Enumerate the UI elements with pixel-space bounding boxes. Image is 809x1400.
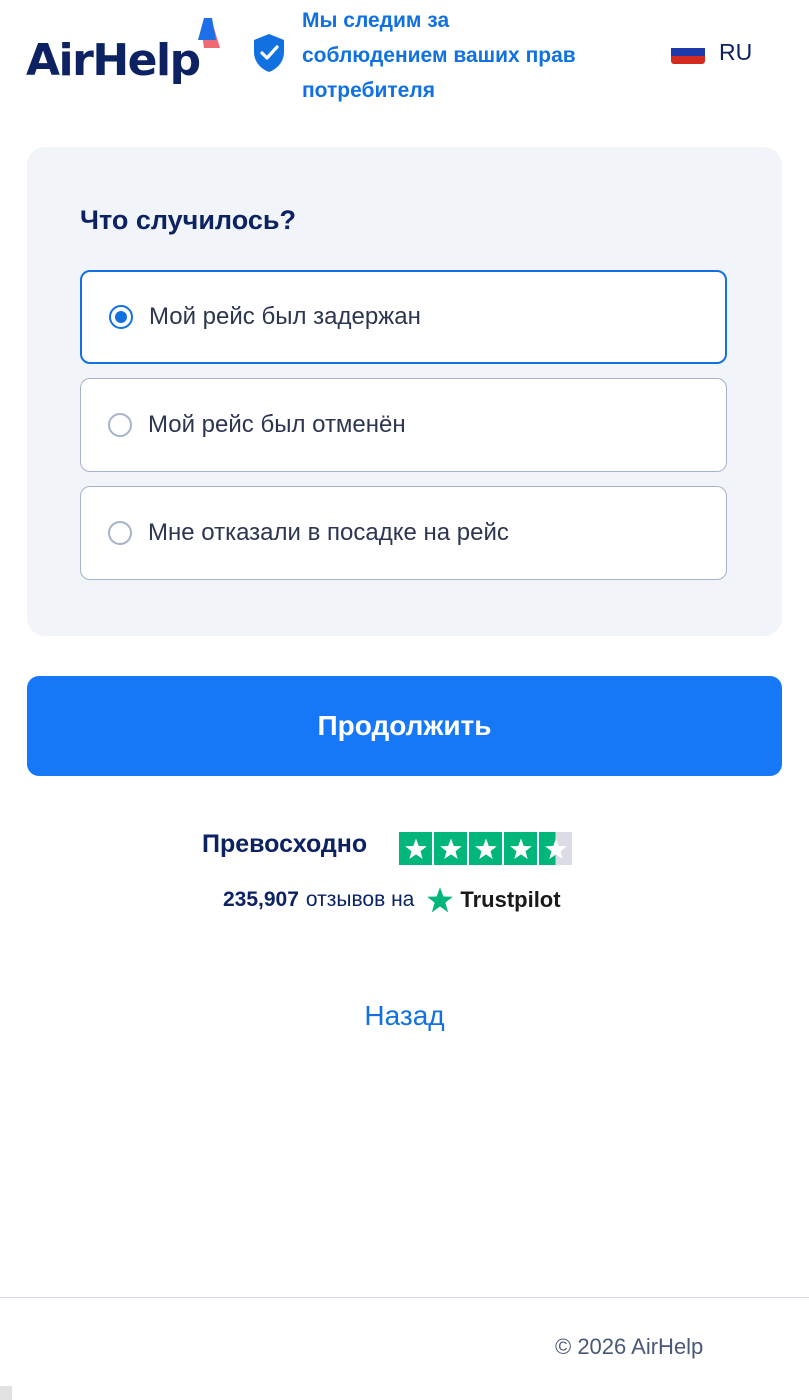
corner-artifact — [0, 1386, 12, 1400]
radio-unselected-icon[interactable] — [108, 521, 132, 545]
option-label: Мой рейс был отменён — [148, 411, 406, 438]
reviews-suffix: отзывов на — [305, 888, 415, 911]
star-icon — [469, 832, 502, 865]
back-link[interactable]: Назад — [0, 1000, 809, 1032]
star-icon — [504, 832, 537, 865]
tagline-line: потребителя — [302, 79, 435, 102]
consumer-rights-tagline: Мы следим за соблюдением ваших прав потр… — [302, 3, 622, 108]
logo-triangles-icon — [198, 18, 220, 48]
shield-check-icon — [254, 34, 284, 72]
language-code: RU — [719, 38, 753, 65]
reviews-summary[interactable]: 235,907 отзывов на Trustpilot — [223, 884, 561, 916]
header: AirHelp Мы следим за соблюдением ваших п… — [0, 0, 809, 110]
copyright-text: © 2026 AirHelp — [555, 1334, 704, 1359]
option-denied-boarding[interactable]: Мне отказали в посадке на рейс — [80, 486, 727, 580]
reviews-count: 235,907 — [223, 888, 299, 911]
option-label: Мне отказали в посадке на рейс — [148, 519, 509, 546]
option-flight-delayed[interactable]: Мой рейс был задержан — [80, 270, 727, 364]
option-label: Мой рейс был задержан — [149, 303, 421, 330]
star-icon — [434, 832, 467, 865]
option-flight-cancelled[interactable]: Мой рейс был отменён — [80, 378, 727, 472]
trustpilot-stars — [399, 832, 572, 865]
rating-word: Превосходно — [202, 830, 368, 858]
radio-unselected-icon[interactable] — [108, 413, 132, 437]
trustpilot-star-icon — [427, 887, 454, 913]
tagline-line: соблюдением ваших прав — [302, 44, 576, 67]
radio-selected-icon[interactable] — [109, 305, 133, 329]
continue-button[interactable]: Продолжить — [27, 676, 782, 776]
tagline-line: Мы следим за — [302, 9, 450, 32]
star-icon — [399, 832, 432, 865]
russia-flag-icon — [671, 40, 705, 64]
airhelp-logo[interactable]: AirHelp — [26, 18, 226, 90]
logo-text: AirHelp — [26, 35, 201, 86]
language-selector[interactable]: RU — [671, 38, 752, 66]
half-star-icon — [539, 832, 572, 865]
trustpilot-name: Trustpilot — [460, 887, 561, 912]
disruption-question-card: Что случилось? Мой рейс был задержан Мой… — [27, 147, 782, 636]
question-title: Что случилось? — [80, 205, 296, 235]
footer-divider — [0, 1297, 809, 1298]
